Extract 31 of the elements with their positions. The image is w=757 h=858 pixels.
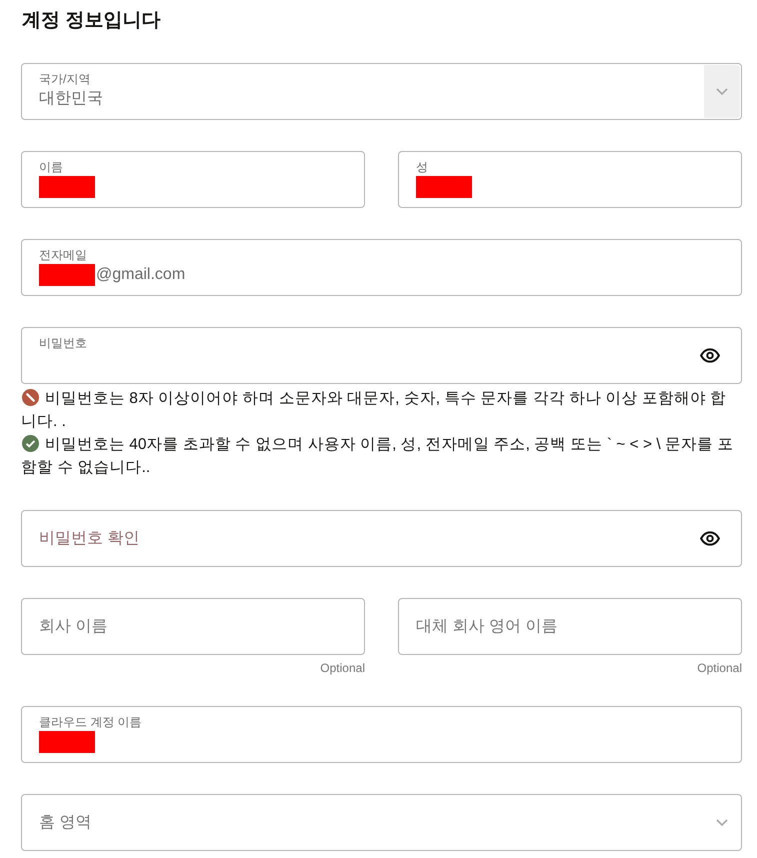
password-field[interactable]: 비밀번호 확인 [21,510,742,567]
field-label: 비밀번호 [39,336,87,351]
field-value: @gmail.com [96,265,186,285]
text-field[interactable]: 성 [398,151,742,208]
field-label: 클라우드 계정 이름 [39,715,142,730]
field-value: 대한민국 [39,89,103,109]
field-label: 전자메일 [39,248,87,263]
field-label: 성 [416,160,428,175]
text-field[interactable]: 회사 이름 [21,598,365,655]
text-field[interactable]: 대체 회사 영어 이름 [398,598,742,655]
eye-icon[interactable] [700,348,720,363]
field-placeholder: 회사 이름 [39,617,108,637]
form-heading: 계정 정보입니다 [22,9,162,33]
text-field[interactable]: 이름 [21,151,365,208]
text-field[interactable]: 클라우드 계정 이름 [21,706,742,763]
chevron-down-icon[interactable] [716,819,728,826]
eye-icon[interactable] [700,531,720,546]
password-rule-text: 비밀번호는 8자 이상이어야 하며 소문자와 대문자, 숫자, 특수 문자를 각각 하나 이상 포함해야 합니다. . [21,390,726,430]
field-placeholder: 홈 영역 [39,813,92,833]
text-field[interactable]: 전자메일 @gmail.com [21,239,742,296]
chevron-down-icon[interactable] [716,88,728,95]
password-rule-text: 비밀번호는 40자를 초과할 수 없으며 사용자 이름, 성, 전자메일 주소, 공백 또는 ` ~ < > \ 문자를 포함할 수 없습니다.. [21,436,734,476]
field-placeholder: 대체 회사 영어 이름 [416,617,558,637]
select-field[interactable]: 홈 영역 [21,794,742,851]
password-field[interactable]: 비밀번호 [21,327,742,384]
select-field[interactable]: 국가/지역 대한민국 [21,63,742,120]
optional-note: Optional [320,661,365,675]
field-placeholder: 비밀번호 확인 [39,529,140,549]
field-label: 국가/지역 [39,72,90,87]
field-label: 이름 [39,160,63,175]
optional-note: Optional [697,661,742,675]
